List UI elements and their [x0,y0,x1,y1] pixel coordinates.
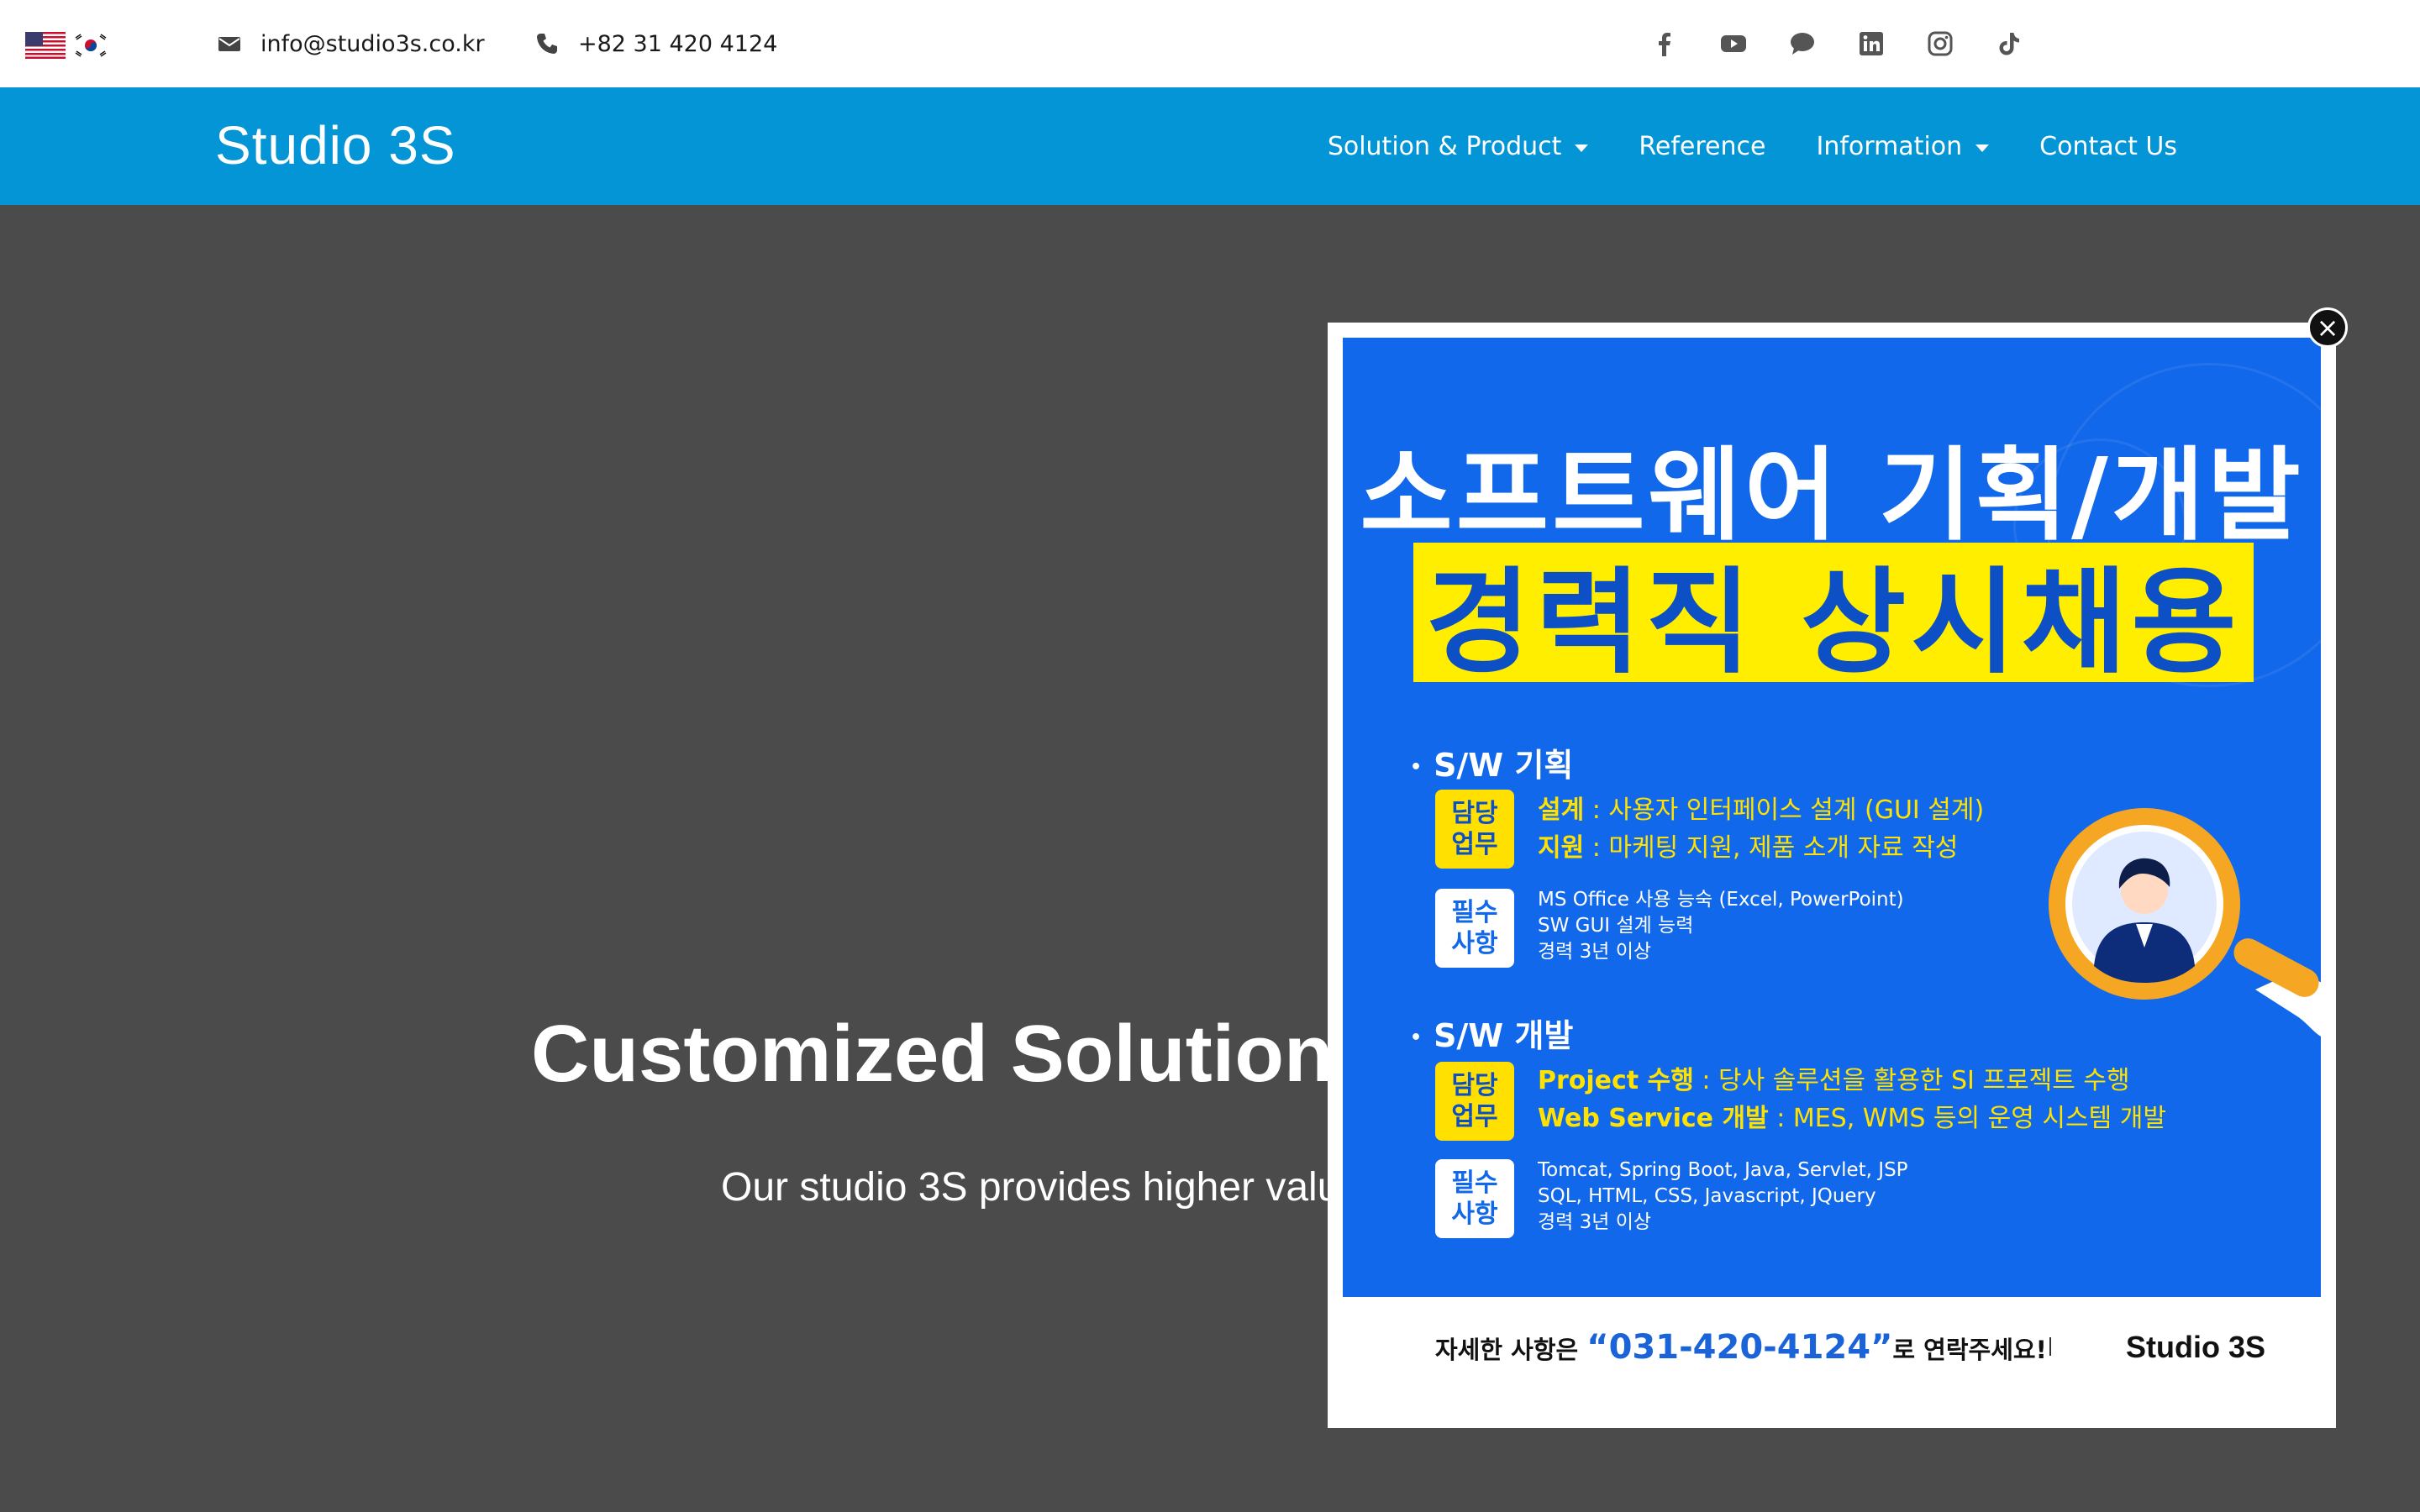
duty-item: Web Service 개발 : MES, WMS 등의 운영 시스템 개발 [1538,1100,2166,1137]
site-logo[interactable]: Studio 3S [215,114,456,176]
caret-down-icon [1575,144,1589,152]
nav-item-contact-us[interactable]: Contact Us [2039,132,2177,161]
hero-title: Customized Solutions [531,1009,1378,1099]
section-title-development: • S/W 개발 [1410,1010,1573,1056]
contact-email[interactable]: info@studio3s.co.kr [217,0,485,87]
duty-label: Web Service 개발 [1538,1104,1769,1133]
duty-list: 설계 : 사용자 인터페이스 설계 (GUI 설계) 지원 : 마케팅 지원, … [1538,791,1984,867]
section-title-planning: • S/W 기획 [1410,739,1573,785]
recruitment-poster[interactable]: 소프트웨어 기획/개발 경력직 상시채용 • S/W 기획 담당 업무 설계 : … [1343,338,2321,1297]
contact-cta: 자세한 사항은 “031-420-4124”로 연락주세요! [1435,1328,2047,1367]
duty-label: Project 수행 [1538,1066,1694,1095]
instagram-icon [1928,31,1953,56]
duty-label: 설계 [1538,795,1585,825]
cta-prefix: 자세한 사항은 [1435,1336,1587,1364]
duty-item: Project 수행 : 당사 솔루션을 활용한 SI 프로젝트 수행 [1538,1062,2166,1100]
section-title-text: S/W 개발 [1434,1017,1574,1054]
linkedin-link[interactable] [1855,28,1887,60]
tiktok-icon [1999,33,2019,55]
duty-text: : 사용자 인터페이스 설계 (GUI 설계) [1584,795,1985,825]
popup-footer: 자세한 사항은 “031-420-4124”로 연락주세요! Studio 3S [1328,1314,2336,1381]
nav-item-information[interactable]: Information [1816,131,1990,161]
recruitment-popup: 소프트웨어 기획/개발 경력직 상시채용 • S/W 기획 담당 업무 설계 : … [1328,323,2336,1428]
chat-icon [1791,33,1814,55]
close-icon: × [2316,312,2339,344]
bullet-icon: • [1410,757,1423,778]
footer-divider [2049,1337,2051,1356]
en-flag-icon[interactable] [25,32,66,59]
nav-item-label: Solution & Product [1327,131,1562,161]
requirement-badge: 필수 사항 [1435,1159,1514,1238]
requirement-badge: 필수 사항 [1435,889,1514,968]
nav-item-label: Contact Us [2039,131,2177,161]
requirement-item: 경력 3년 이상 [1538,1211,1652,1233]
cta-phone: “031-420-4124” [1586,1328,1893,1367]
requirement-item: SQL, HTML, CSS, Javascript, JQuery [1538,1185,1876,1207]
duty-label: 지원 [1538,833,1585,863]
youtube-icon [1721,35,1746,52]
badge-line: 담당 [1451,1071,1498,1100]
facebook-link[interactable] [1649,28,1681,60]
cta-suffix: 로 연락주세요! [1892,1336,2047,1364]
badge-line: 필수 [1451,1168,1498,1198]
duty-badge: 담당 업무 [1435,1062,1514,1141]
duty-item: 설계 : 사용자 인터페이스 설계 (GUI 설계) [1538,791,1984,829]
language-switcher [25,32,111,59]
main-nav: Studio 3S Solution & Product Reference I… [0,87,2420,205]
requirement-item: MS Office 사용 능숙 (Excel, PowerPoint) [1538,889,1904,911]
poster-highlight-heading: 경력직 상시채용 [1413,543,2254,690]
nav-item-solution-product[interactable]: Solution & Product [1328,132,1589,161]
magnifier-person-illustration [2049,808,2321,1037]
duty-item: 지원 : 마케팅 지원, 제품 소개 자료 작성 [1538,829,1984,867]
bullet-icon: • [1410,1027,1423,1048]
phone-icon [537,34,557,54]
tiktok-link[interactable] [1993,28,2025,60]
youtube-link[interactable] [1718,28,1749,60]
badge-line: 업무 [1451,830,1498,859]
badge-line: 업무 [1451,1102,1498,1131]
badge-line: 사항 [1451,929,1498,958]
duty-badge: 담당 업무 [1435,790,1514,869]
nav-item-label: Reference [1639,131,1766,161]
popup-close-button[interactable]: × [2307,307,2348,348]
nav-menu: Solution & Product Reference Information… [1328,87,2177,205]
duty-text: : 마케팅 지원, 제품 소개 자료 작성 [1584,833,1959,863]
section-title-text: S/W 기획 [1434,747,1574,784]
chat-link[interactable] [1786,28,1818,60]
kr-flag-icon[interactable] [71,32,111,59]
instagram-link[interactable] [1924,28,1956,60]
duty-list: Project 수행 : 당사 솔루션을 활용한 SI 프로젝트 수행 Web … [1538,1062,2166,1137]
badge-line: 담당 [1451,799,1498,828]
popup-logo: Studio 3S [2126,1330,2266,1364]
duty-text: : 당사 솔루션을 활용한 SI 프로젝트 수행 [1693,1066,2130,1095]
requirement-list: Tomcat, Spring Boot, Java, Servlet, JSP … [1538,1158,1908,1236]
nav-item-reference[interactable]: Reference [1639,132,1765,161]
linkedin-icon [1860,32,1883,55]
requirement-item: Tomcat, Spring Boot, Java, Servlet, JSP [1538,1159,1908,1181]
top-bar: info@studio3s.co.kr +82 31 420 4124 [0,0,2420,87]
duty-text: : MES, WMS 등의 운영 시스템 개발 [1768,1104,2166,1133]
requirement-item: SW GUI 설계 능력 [1538,915,1694,937]
envelope-icon [218,37,240,51]
contact-phone[interactable]: +82 31 420 4124 [534,0,777,87]
facebook-icon [1659,33,1670,56]
requirement-list: MS Office 사용 능숙 (Excel, PowerPoint) SW G… [1538,887,1904,965]
social-links [1649,0,2025,87]
hero-subtitle: Our studio 3S provides higher valu [721,1165,1340,1210]
phone-text: +82 31 420 4124 [578,30,778,57]
nav-item-label: Information [1816,131,1963,161]
requirement-item: 경력 3년 이상 [1538,941,1652,963]
badge-line: 필수 [1451,898,1498,927]
email-text: info@studio3s.co.kr [260,30,485,57]
badge-line: 사항 [1451,1200,1498,1229]
caret-down-icon [1975,144,1990,152]
